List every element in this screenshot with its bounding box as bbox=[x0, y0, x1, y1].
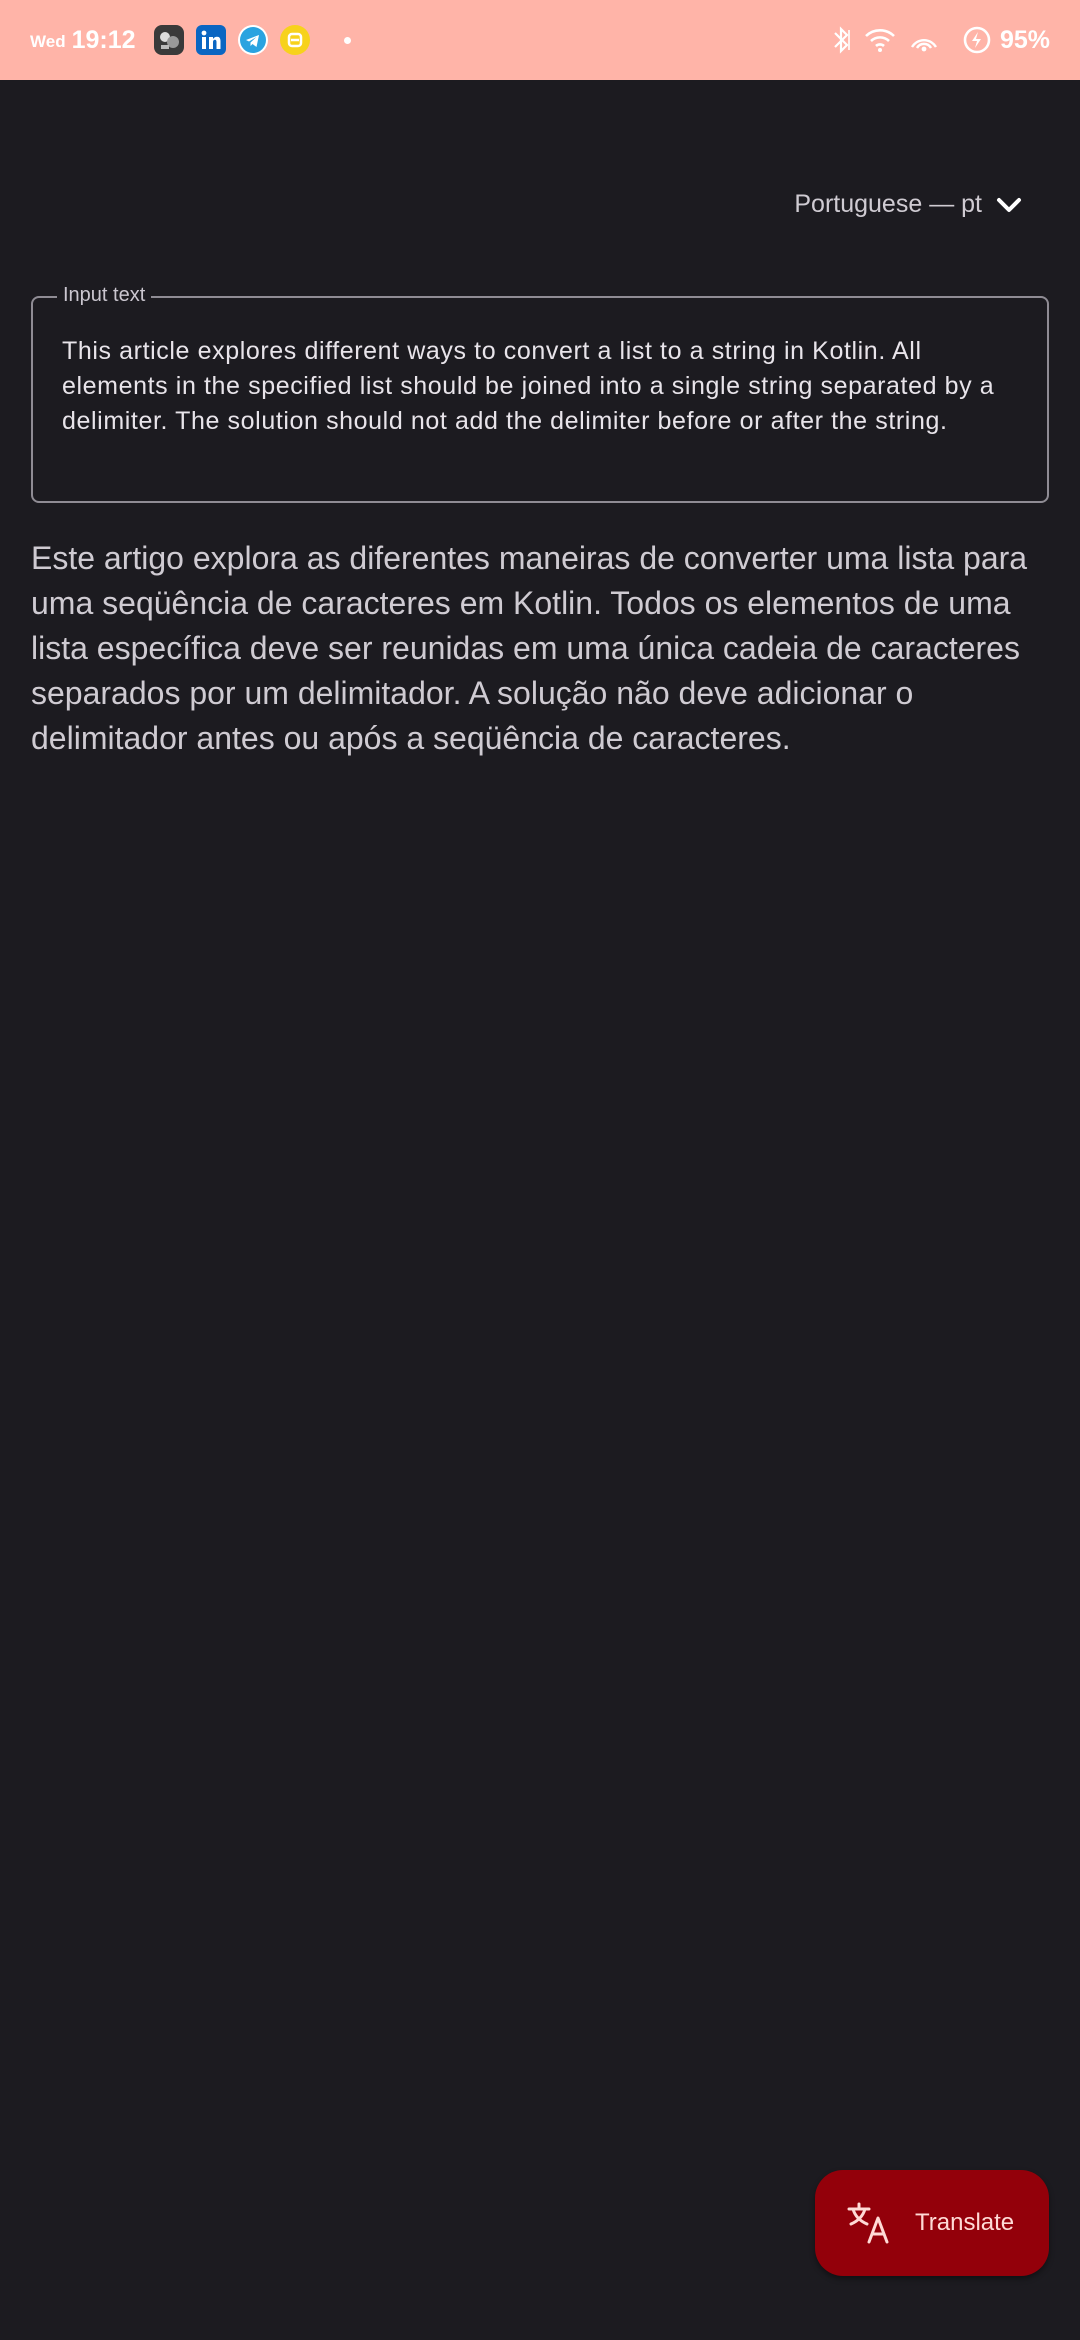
input-text-label: Input text bbox=[57, 284, 152, 307]
yellow-app-icon bbox=[279, 25, 310, 55]
target-language-label: Portuguese — pt bbox=[794, 190, 982, 218]
linkedin-icon bbox=[195, 25, 226, 55]
translate-icon bbox=[847, 2201, 891, 2245]
more-notifications-dot bbox=[343, 36, 351, 44]
battery-percent: 95% bbox=[999, 25, 1050, 54]
telegram-icon bbox=[237, 25, 268, 55]
translate-button[interactable]: Translate bbox=[815, 2170, 1049, 2276]
game-app-icon bbox=[153, 25, 184, 55]
translate-button-label: Translate bbox=[915, 2209, 1015, 2236]
hotspot-icon bbox=[908, 27, 940, 53]
target-language-dropdown[interactable]: Portuguese — pt bbox=[794, 190, 1022, 219]
status-left: Wed 19:12 bbox=[30, 25, 351, 55]
chevron-down-icon bbox=[996, 196, 1022, 214]
status-bar: Wed 19:12 95% bbox=[0, 0, 1080, 80]
status-right: 95% bbox=[818, 25, 1050, 55]
input-text-value[interactable]: This article explores different ways to … bbox=[62, 334, 1023, 439]
bluetooth-icon bbox=[830, 25, 852, 55]
input-text-field[interactable]: Input text This article explores differe… bbox=[31, 284, 1049, 503]
status-day: Wed bbox=[30, 32, 66, 51]
translated-text: Este artigo explora as diferentes maneir… bbox=[31, 540, 1028, 756]
wifi-icon bbox=[864, 27, 896, 53]
battery-charging-icon bbox=[962, 25, 992, 55]
status-time: 19:12 bbox=[71, 25, 136, 54]
